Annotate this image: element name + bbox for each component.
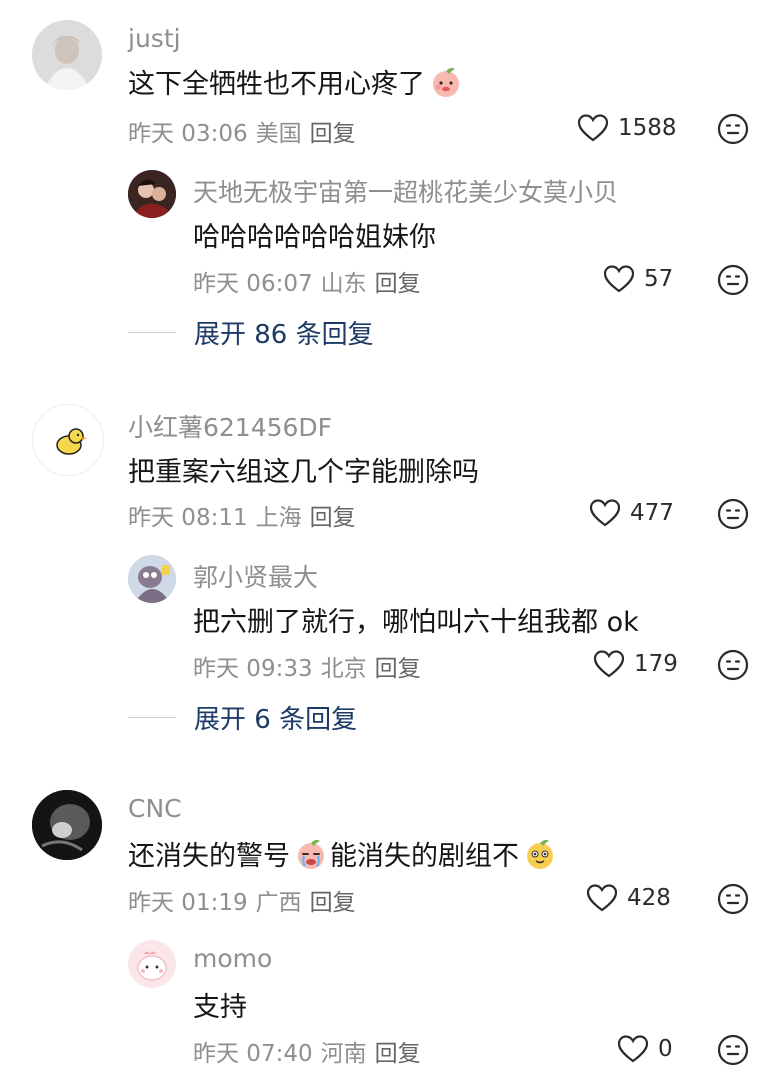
username[interactable]: momo (193, 944, 272, 973)
comment-text-part1: 还消失的警号 (128, 841, 290, 872)
dislike-button[interactable] (717, 883, 749, 919)
comment-text-content: 支持 (193, 992, 247, 1023)
comment-meta: 昨天 01:19 广西 回复 (128, 883, 356, 917)
like-count: 0 (658, 1036, 673, 1062)
comment-meta: 昨天 07:40 河南 回复 (193, 1034, 421, 1068)
dislike-button[interactable] (717, 1034, 749, 1070)
reply-button[interactable]: 回复 (310, 883, 356, 917)
comment-text-part2: 能消失的剧组不 (330, 841, 519, 872)
reply-button[interactable]: 回复 (375, 1034, 421, 1068)
timestamp: 昨天 07:40 (193, 1041, 313, 1067)
comment-item: CNC 还消失的警号 能消失的剧组不 昨天 01:19 广西 回复 428 mo… (0, 0, 780, 1080)
neutral-face-icon (717, 883, 749, 915)
location: 广西 (255, 890, 302, 916)
like-count: 428 (627, 885, 671, 911)
like-button[interactable]: 0 (618, 1035, 673, 1063)
yellow-peach-emoji-icon (527, 839, 553, 869)
like-button[interactable]: 428 (587, 884, 671, 912)
location: 河南 (320, 1041, 367, 1067)
comment-text: 还消失的警号 能消失的剧组不 (128, 834, 557, 873)
avatar[interactable] (128, 940, 176, 988)
comment-text: 支持 (193, 985, 247, 1024)
heart-outline-icon (587, 884, 617, 912)
username[interactable]: CNC (128, 794, 182, 823)
heart-outline-icon (618, 1035, 648, 1063)
timestamp: 昨天 01:19 (128, 890, 248, 916)
avatar[interactable] (32, 790, 102, 860)
crying-peach-emoji-icon (298, 839, 324, 869)
neutral-face-icon (717, 1034, 749, 1066)
